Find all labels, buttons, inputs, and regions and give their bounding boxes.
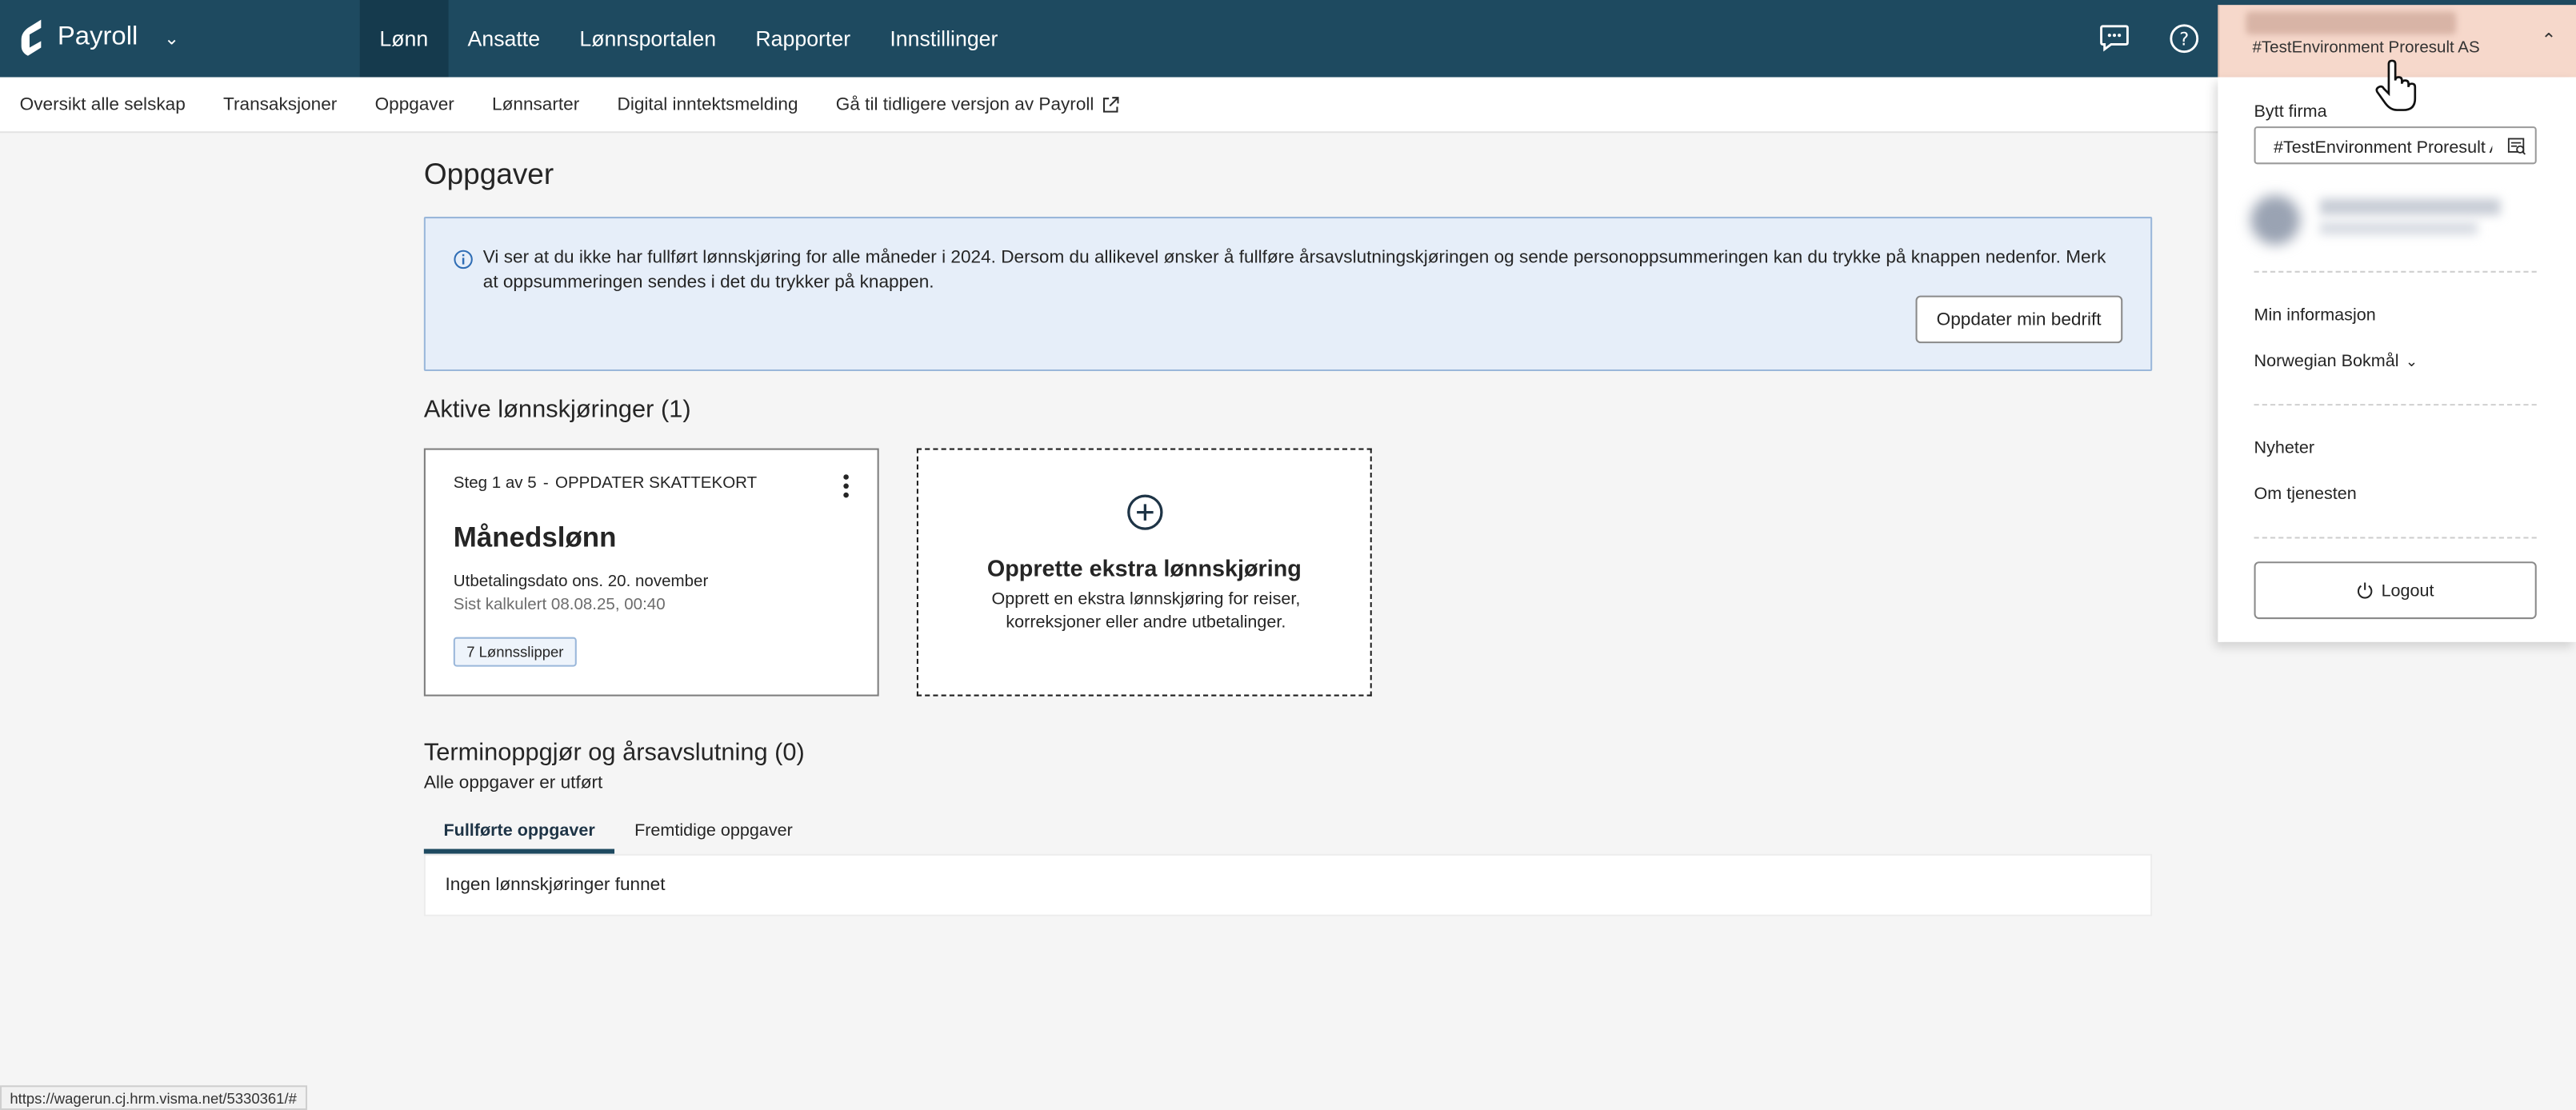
switch-company-label: Bytt firma <box>2254 102 2327 122</box>
step-separator: - <box>542 474 549 493</box>
logout-button[interactable]: Logout <box>2254 561 2537 620</box>
power-icon <box>2358 582 2374 599</box>
logout-label: Logout <box>2381 580 2434 601</box>
payment-date: Utbetalingsdato ons. 20. november <box>453 573 709 592</box>
avatar <box>2250 195 2301 245</box>
page-title: Oppgaver <box>423 158 554 191</box>
company-search-icon[interactable] <box>2507 136 2527 156</box>
payroll-run-card[interactable]: Steg 1 av 5 - OPPDATER SKATTEKORT Måneds… <box>423 448 879 697</box>
nav-item-lonnsportalen[interactable]: Lønnsportalen <box>560 0 736 78</box>
plus-circle-icon <box>1127 494 1163 530</box>
card-title: Månedslønn <box>453 521 617 553</box>
create-run-description: Opprett en ekstra lønnskjøring for reise… <box>991 589 1301 633</box>
nav-item-innstillinger[interactable]: Innstillinger <box>870 0 1018 78</box>
menu-item-news[interactable]: Nyheter <box>2254 438 2315 458</box>
divider <box>2254 270 2537 273</box>
subnav-lonnsarter[interactable]: Lønnsarter <box>492 94 579 114</box>
profile-email-blurred <box>2319 222 2478 235</box>
nav-item-lonn[interactable]: Lønn <box>359 0 448 78</box>
step-counter: Steg 1 av 5 <box>453 474 537 493</box>
create-run-title: Opprette ekstra lønnskjøring <box>986 555 1302 581</box>
payslips-badge: 7 Lønnsslipper <box>453 637 577 667</box>
termin-description: Alle oppgaver er utført <box>423 773 603 793</box>
user-profile-blurred <box>2244 186 2514 251</box>
info-icon <box>454 250 473 270</box>
termin-tabs: Fullførte oppgaver Fremtidige oppgaver <box>423 821 813 854</box>
main-nav: Lønn Ansatte Lønnsportalen Rapporter Inn… <box>359 0 1018 78</box>
browser-status-bar: https://wagerun.cj.hrm.visma.net/5330361… <box>0 1085 307 1110</box>
nav-item-ansatte[interactable]: Ansatte <box>448 0 560 78</box>
app-name: Payroll <box>57 22 138 51</box>
chevron-up-icon: ⌃ <box>2541 31 2557 51</box>
step-name: OPPDATER SKATTEKORT <box>554 474 758 493</box>
subnav-transaksjoner[interactable]: Transaksjoner <box>223 94 337 114</box>
subnav-digital-inntektsmelding[interactable]: Digital inntektsmelding <box>618 94 798 114</box>
top-navigation-bar: Payroll ⌄ Lønn Ansatte Lønnsportalen Rap… <box>0 0 2576 78</box>
runs-list-empty: Ingen lønnskjøringer funnet <box>423 853 2153 916</box>
subnav-previous-version-link[interactable]: Gå til tidligere versjon av Payroll <box>836 94 1121 114</box>
subnav-oversikt[interactable]: Oversikt alle selskap <box>20 94 186 114</box>
menu-item-about[interactable]: Om tjenesten <box>2254 485 2357 505</box>
nav-item-rapporter[interactable]: Rapporter <box>736 0 870 78</box>
alert-text: Vi ser at du ikke har fullført lønnskjør… <box>482 248 2106 293</box>
app-switcher[interactable]: Payroll ⌄ <box>18 18 180 58</box>
subnav-oppgaver[interactable]: Oppgaver <box>375 94 454 114</box>
company-search-input[interactable] <box>2254 126 2537 165</box>
external-link-icon <box>1102 96 1119 112</box>
active-runs-title: Aktive lønnskjøringer (1) <box>423 395 691 424</box>
svg-text:?: ? <box>2178 28 2188 49</box>
hand-cursor-icon <box>2375 59 2417 111</box>
termin-title: Terminoppgjør og årsavslutning (0) <box>423 738 805 767</box>
visma-logo-icon <box>21 19 42 56</box>
card-step: Steg 1 av 5 - OPPDATER SKATTEKORT <box>454 474 757 493</box>
menu-item-my-information[interactable]: Min informasjon <box>2254 305 2376 325</box>
more-vertical-icon[interactable] <box>841 473 850 499</box>
tab-future[interactable]: Fremtidige oppgaver <box>614 821 812 854</box>
info-alert: Vi ser at du ikke har fullført lønnskjør… <box>423 217 2153 372</box>
profile-name-blurred <box>2319 198 2501 215</box>
chevron-down-icon[interactable]: ⌄ <box>164 27 179 49</box>
tab-completed[interactable]: Fullførte oppgaver <box>423 821 615 854</box>
last-calculated: Sist kalkulert 08.08.25, 00:40 <box>453 596 666 614</box>
sub-navigation: Oversikt alle selskap Transaksjoner Oppg… <box>0 77 2576 134</box>
language-label: Norwegian Bokmål <box>2254 351 2399 372</box>
empty-state-text: Ingen lønnskjøringer funnet <box>445 875 666 896</box>
chat-icon[interactable] <box>2096 20 2132 56</box>
help-icon[interactable]: ? <box>2166 20 2202 56</box>
user-name-blurred <box>2246 11 2457 35</box>
divider <box>2254 537 2537 539</box>
language-selector[interactable]: Norwegian Bokmål ⌄ <box>2254 351 2418 371</box>
company-name: #TestEnvironment Proresult AS <box>2252 39 2480 58</box>
company-dropdown-panel: Bytt firma Min informasjon Norwegian Bok… <box>2218 77 2576 642</box>
update-company-button[interactable]: Oppdater min bedrift <box>1914 295 2123 344</box>
divider <box>2254 404 2537 406</box>
chevron-down-icon: ⌄ <box>2405 352 2418 369</box>
previous-version-label: Gå til tidligere versjon av Payroll <box>835 94 1094 114</box>
create-extra-run-card[interactable]: Opprette ekstra lønnskjøring Opprett en … <box>916 448 1372 697</box>
